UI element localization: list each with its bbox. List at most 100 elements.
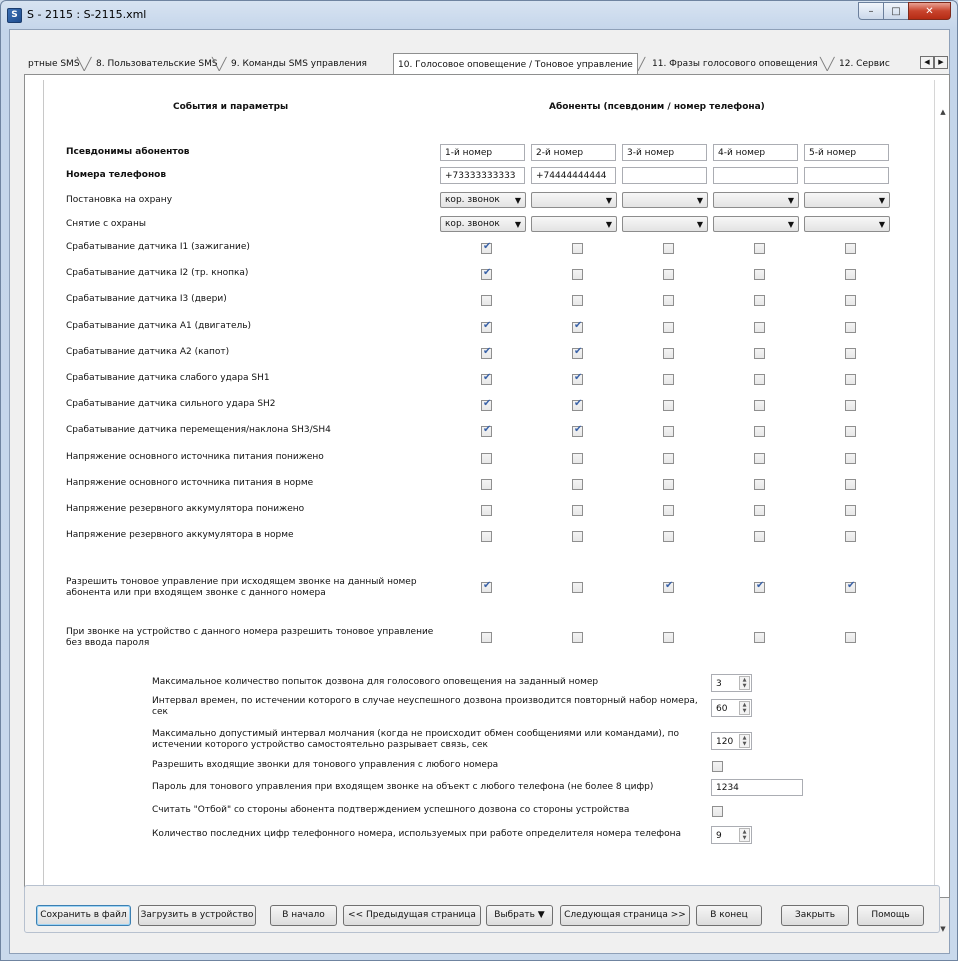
setting-spinbox[interactable]: 9 ▲ ▼ bbox=[711, 826, 752, 844]
event-checkbox-4[interactable] bbox=[754, 347, 765, 359]
event-checkbox-5[interactable] bbox=[845, 531, 856, 543]
select-dropdown-button[interactable]: Выбрать ▼ bbox=[486, 905, 553, 926]
event-checkbox-2[interactable] bbox=[572, 320, 583, 333]
first-page-button[interactable]: В начало bbox=[270, 905, 337, 926]
event-checkbox-4[interactable] bbox=[754, 400, 765, 412]
event-checkbox-3[interactable] bbox=[663, 321, 674, 333]
event-checkbox-5[interactable] bbox=[845, 269, 856, 281]
spin-arrows-icon[interactable]: ▲ ▼ bbox=[739, 701, 750, 715]
event-checkbox-2[interactable] bbox=[572, 346, 583, 359]
event-checkbox-1[interactable] bbox=[481, 424, 492, 438]
last-page-button[interactable]: В конец bbox=[696, 905, 762, 926]
event-checkbox-5[interactable] bbox=[845, 321, 856, 333]
help-button[interactable]: Помощь bbox=[857, 905, 924, 926]
event-checkbox-5[interactable] bbox=[845, 295, 856, 307]
arm-combo-3[interactable]: ▼ bbox=[622, 192, 708, 208]
phone-field-4[interactable] bbox=[713, 167, 798, 184]
event-checkbox-5[interactable] bbox=[845, 426, 856, 438]
tab-alarm-sms[interactable]: ртные SMS bbox=[24, 56, 84, 74]
setting-checkbox[interactable] bbox=[712, 761, 723, 772]
spin-arrows-icon[interactable]: ▲ ▼ bbox=[739, 828, 750, 842]
event-checkbox-1[interactable] bbox=[481, 531, 492, 543]
event-checkbox-3[interactable] bbox=[663, 400, 674, 412]
title-bar[interactable]: S S - 2115 : S-2115.xml – □ ✕ bbox=[1, 1, 957, 29]
arm-combo-1[interactable]: кор. звонок ▼ bbox=[440, 192, 526, 208]
event-checkbox-2[interactable] bbox=[572, 478, 583, 490]
event-checkbox-5[interactable] bbox=[845, 374, 856, 385]
event-checkbox-3[interactable] bbox=[663, 505, 674, 516]
event-checkbox-1[interactable] bbox=[481, 478, 492, 490]
event-checkbox-4[interactable] bbox=[754, 478, 765, 490]
disarm-combo-5[interactable]: ▼ bbox=[804, 216, 890, 232]
close-button[interactable]: Закрыть bbox=[781, 905, 849, 926]
event-checkbox-4[interactable] bbox=[754, 374, 765, 385]
tone-checkbox-5[interactable] bbox=[845, 632, 856, 643]
arm-combo-4[interactable]: ▼ bbox=[713, 192, 799, 208]
event-checkbox-2[interactable] bbox=[572, 452, 583, 464]
event-checkbox-2[interactable] bbox=[572, 531, 583, 543]
event-checkbox-5[interactable] bbox=[845, 400, 856, 412]
event-checkbox-3[interactable] bbox=[663, 347, 674, 359]
disarm-combo-2[interactable]: ▼ bbox=[531, 216, 617, 232]
event-checkbox-5[interactable] bbox=[845, 478, 856, 490]
event-checkbox-1[interactable] bbox=[481, 398, 492, 412]
tab-sms-commands[interactable]: 9. Команды SMS управления bbox=[227, 56, 371, 74]
scroll-up-icon[interactable]: ▲ bbox=[935, 108, 951, 122]
tab-scroll-left-icon[interactable]: ◀ bbox=[920, 56, 934, 69]
tone-checkbox-3[interactable] bbox=[663, 580, 674, 593]
disarm-combo-3[interactable]: ▼ bbox=[622, 216, 708, 232]
close-window-button[interactable]: ✕ bbox=[908, 2, 951, 20]
event-checkbox-4[interactable] bbox=[754, 531, 765, 543]
event-checkbox-3[interactable] bbox=[663, 452, 674, 464]
event-checkbox-4[interactable] bbox=[754, 321, 765, 333]
setting-spinbox[interactable]: 120 ▲ ▼ bbox=[711, 732, 752, 750]
event-checkbox-2[interactable] bbox=[572, 372, 583, 385]
upload-to-device-button[interactable]: Загрузить в устройство bbox=[138, 905, 256, 926]
event-checkbox-4[interactable] bbox=[754, 295, 765, 307]
maximize-button[interactable]: □ bbox=[883, 2, 909, 20]
event-checkbox-5[interactable] bbox=[845, 505, 856, 516]
event-checkbox-3[interactable] bbox=[663, 243, 674, 254]
tab-scroll-right-icon[interactable]: ▶ bbox=[934, 56, 948, 69]
tab-service[interactable]: 12. Сервис bbox=[835, 56, 894, 74]
event-checkbox-2[interactable] bbox=[572, 398, 583, 412]
next-page-button[interactable]: Следующая страница >> bbox=[560, 905, 690, 926]
previous-page-button[interactable]: << Предыдущая страница bbox=[343, 905, 481, 926]
setting-spinbox[interactable]: 3 ▲ ▼ bbox=[711, 674, 752, 692]
tab-voice-alert-tone-control[interactable]: 10. Голосовое оповещение / Тоновое управ… bbox=[393, 53, 638, 74]
event-checkbox-1[interactable] bbox=[481, 505, 492, 516]
event-checkbox-3[interactable] bbox=[663, 531, 674, 543]
phone-field-1[interactable]: +73333333333 bbox=[440, 167, 525, 184]
setting-checkbox[interactable] bbox=[712, 806, 723, 817]
event-checkbox-3[interactable] bbox=[663, 295, 674, 307]
event-checkbox-3[interactable] bbox=[663, 426, 674, 438]
event-checkbox-3[interactable] bbox=[663, 478, 674, 490]
event-checkbox-2[interactable] bbox=[572, 295, 583, 307]
event-checkbox-1[interactable] bbox=[481, 267, 492, 281]
event-checkbox-4[interactable] bbox=[754, 505, 765, 516]
tone-password-field[interactable]: 1234 bbox=[711, 779, 803, 796]
alias-field-3[interactable]: 3-й номер bbox=[622, 144, 707, 161]
event-checkbox-4[interactable] bbox=[754, 269, 765, 281]
tone-checkbox-4[interactable] bbox=[754, 632, 765, 643]
event-checkbox-5[interactable] bbox=[845, 347, 856, 359]
tone-checkbox-2[interactable] bbox=[572, 582, 583, 593]
event-checkbox-4[interactable] bbox=[754, 452, 765, 464]
event-checkbox-1[interactable] bbox=[481, 346, 492, 359]
disarm-combo-4[interactable]: ▼ bbox=[713, 216, 799, 232]
event-checkbox-3[interactable] bbox=[663, 374, 674, 385]
alias-field-1[interactable]: 1-й номер bbox=[440, 144, 525, 161]
tone-checkbox-1[interactable] bbox=[481, 580, 492, 593]
event-checkbox-1[interactable] bbox=[481, 372, 492, 385]
tone-checkbox-1[interactable] bbox=[481, 632, 492, 643]
tone-checkbox-3[interactable] bbox=[663, 632, 674, 643]
event-checkbox-2[interactable] bbox=[572, 505, 583, 516]
event-checkbox-5[interactable] bbox=[845, 452, 856, 464]
disarm-combo-1[interactable]: кор. звонок ▼ bbox=[440, 216, 526, 232]
event-checkbox-2[interactable] bbox=[572, 424, 583, 438]
tab-user-sms[interactable]: 8. Пользовательские SMS bbox=[92, 56, 222, 74]
alias-field-2[interactable]: 2-й номер bbox=[531, 144, 616, 161]
tab-voice-phrases[interactable]: 11. Фразы голосового оповещения bbox=[648, 56, 822, 74]
setting-spinbox[interactable]: 60 ▲ ▼ bbox=[711, 699, 752, 717]
alias-field-5[interactable]: 5-й номер bbox=[804, 144, 889, 161]
